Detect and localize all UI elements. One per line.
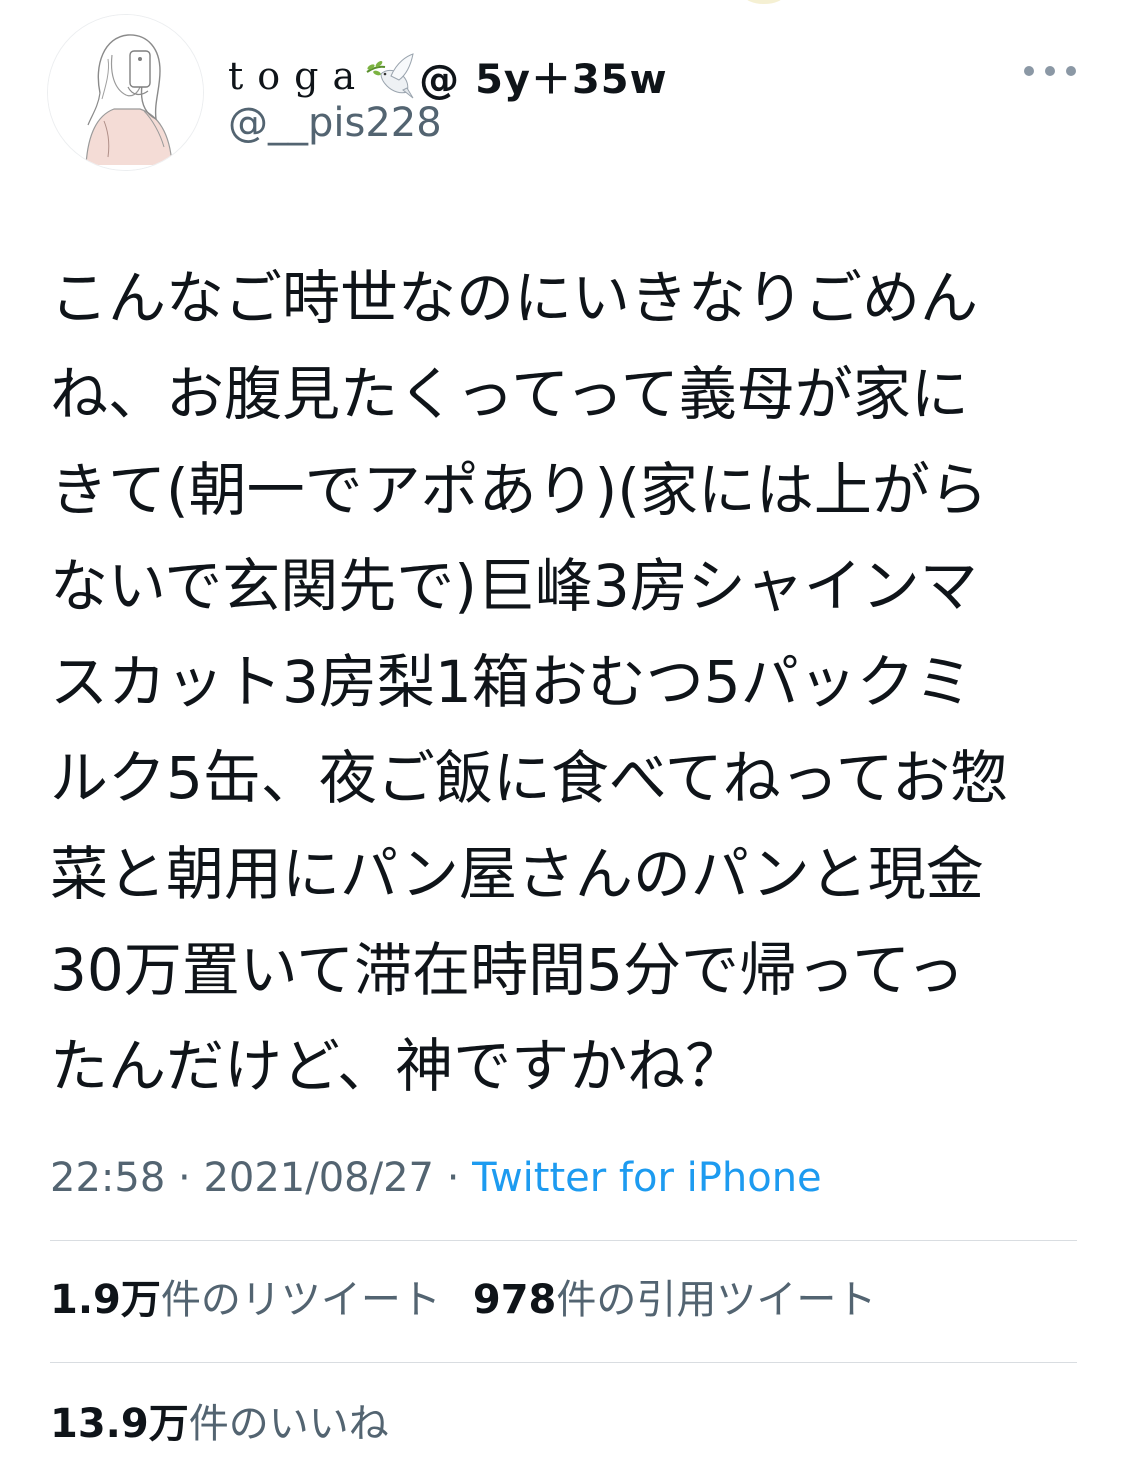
display-name-text: toga [228,54,370,98]
avatar-illustration [48,15,203,170]
divider [50,1240,1077,1241]
tweet-text-line: 30万置いて滞在時間5分で帰ってっ [50,936,965,1004]
like-count-value: 13.9万 [50,1401,189,1447]
dove-icon [363,50,415,102]
tweet-text: こんなご時世なのにいきなりごめん ね、お腹見たくってって義母が家に きて(朝一で… [50,250,1080,1114]
retweet-count[interactable]: 1.9万件のリツイート [50,1277,441,1323]
quote-count-label: 件の引用ツイート [556,1277,877,1323]
top-edge-artifact [744,0,784,4]
like-count[interactable]: 13.9万件のいいね [50,1401,389,1447]
tweet-detail-screen: toga @ 5y＋35w @__pis228 こんなご時世なのにいきなりごめん… [0,0,1125,1472]
more-dot [1045,66,1055,76]
tweet-text-line: ルク5缶、夜ご飯に食べてねってお惣 [50,744,1008,812]
tweet-text-line: スカット3房梨1箱おむつ5パックミ [50,648,973,716]
more-dot [1024,66,1034,76]
tweet-date[interactable]: 2021/08/27 [203,1155,434,1201]
like-stats: 13.9万件のいいね [50,1394,389,1454]
meta-separator: · [433,1155,473,1201]
user-handle[interactable]: @__pis228 [228,100,442,146]
quote-count[interactable]: 978件の引用ツイート [473,1277,877,1323]
tweet-text-line: きて(朝一でアポあり)(家には上がら [50,456,988,524]
tweet-text-line: 菜と朝用にパン屋さんのパンと現金 [50,840,984,908]
quote-count-value: 978 [472,1277,557,1323]
more-dot [1066,66,1076,76]
display-name-suffix: @ 5y＋35w [419,57,668,103]
tweet-text-line: たんだけど、神ですかね？ [50,1032,744,1100]
avatar[interactable] [48,15,203,170]
tweet-text-line: ね、お腹見たくってって義母が家に [50,360,969,428]
like-count-label: 件のいいね [188,1401,389,1447]
tweet-text-line: こんなご時世なのにいきなりごめん [50,264,979,332]
tweet-metadata: 22:58 · 2021/08/27 · Twitter for iPhone [50,1148,822,1208]
retweet-quote-stats: 1.9万件のリツイート 978件の引用ツイート [50,1270,876,1330]
divider [50,1362,1077,1363]
tweet-time[interactable]: 22:58 [50,1155,165,1201]
retweet-count-label: 件のリツイート [160,1277,441,1323]
tweet-text-line: ないで玄関先で)巨峰3房シャインマ [50,552,978,620]
tweet-source-link[interactable]: Twitter for iPhone [472,1155,822,1201]
retweet-count-value: 1.9万 [50,1277,161,1323]
meta-separator: · [165,1155,204,1201]
more-options-icon[interactable] [1024,58,1076,84]
display-name[interactable]: toga @ 5y＋35w [228,46,668,106]
